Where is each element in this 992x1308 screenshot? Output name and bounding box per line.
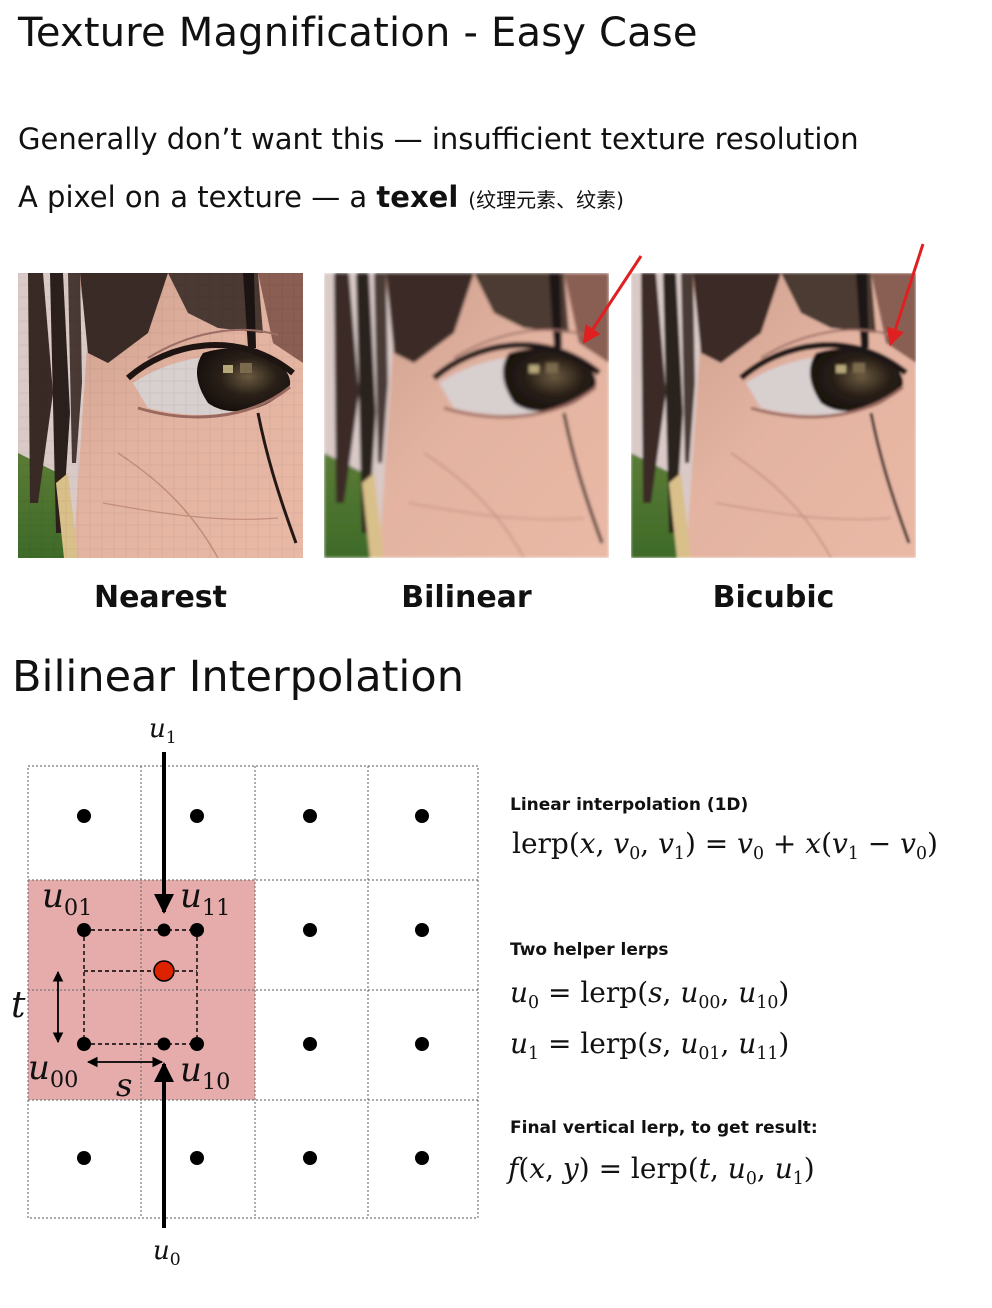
- label-u01: u01: [42, 876, 93, 921]
- final-formula: f(x, y) = lerp(t, u0, u1): [508, 1152, 815, 1190]
- lerp-heading: Linear interpolation (1D): [510, 795, 749, 815]
- label-s: s: [116, 1066, 133, 1104]
- arrow-bilinear: [583, 255, 643, 345]
- helper-u0-formula: u0 = lerp(s, u00, u10): [510, 976, 790, 1014]
- caption-bicubic: Bicubic: [712, 580, 835, 615]
- texel-chinese-note: (纹理元素、纹素): [468, 188, 624, 212]
- label-t: t: [11, 985, 26, 1026]
- bilinear-diagram: [27, 752, 479, 1228]
- lerp-formula: lerp(x, v0, v1) = v0 + x(v1 − v0): [512, 827, 938, 865]
- caption-nearest: Nearest: [93, 580, 228, 615]
- page-title: Texture Magnification - Easy Case: [18, 10, 698, 56]
- helpers-heading: Two helper lerps: [510, 940, 669, 960]
- sample-point: [153, 960, 175, 982]
- section-title: Bilinear Interpolation: [12, 652, 464, 702]
- texel-term: texel: [376, 180, 459, 214]
- label-u11: u11: [180, 876, 231, 921]
- label-u00: u00: [28, 1048, 79, 1093]
- final-heading: Final vertical lerp, to get result:: [510, 1118, 818, 1138]
- intro-line-2: A pixel on a texture — a texel (纹理元素、纹素): [18, 180, 624, 214]
- label-u1-top: u1: [149, 714, 177, 748]
- arrow-bicubic: [886, 243, 925, 347]
- label-u10: u10: [180, 1050, 231, 1095]
- helper-u1-formula: u1 = lerp(s, u01, u11): [510, 1027, 790, 1065]
- caption-bilinear: Bilinear: [401, 580, 532, 615]
- intro-line-1: Generally don’t want this — insufficient…: [18, 122, 859, 156]
- annotation-arrows: [583, 243, 925, 347]
- label-u0-bottom: u0: [153, 1236, 181, 1270]
- intro-line-2-prefix: A pixel on a texture — a: [18, 180, 377, 214]
